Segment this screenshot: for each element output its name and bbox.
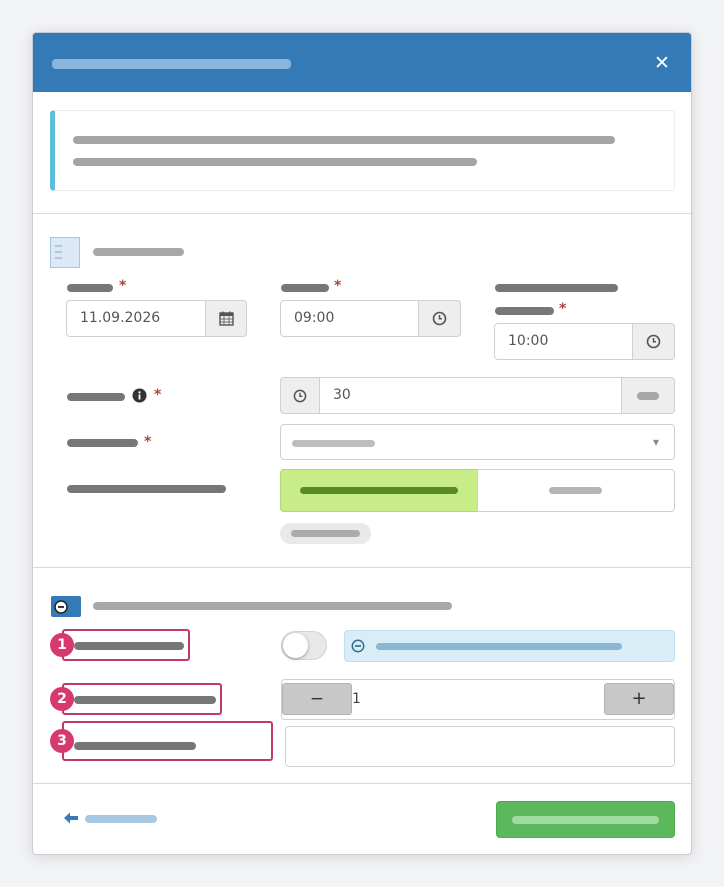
modal-header: ✕ — [33, 33, 691, 92]
back-link[interactable] — [63, 810, 159, 828]
clock-icon — [293, 389, 307, 402]
toggle-switch[interactable] — [281, 631, 327, 660]
date-input[interactable]: 11.09.2026 — [66, 300, 207, 337]
divider — [33, 213, 691, 214]
info-bar — [344, 630, 675, 662]
divider — [33, 567, 691, 568]
clock-icon — [432, 311, 447, 326]
decrement-button[interactable]: − — [282, 683, 352, 715]
quantity-value[interactable]: 1 — [352, 680, 604, 719]
duration-unit-addon — [621, 377, 675, 414]
toggle-option-active-label — [300, 487, 458, 494]
step-badge-1: 1 — [50, 633, 74, 657]
step-badge-2: 2 — [50, 687, 74, 711]
end-time-label-line-2 — [495, 307, 554, 315]
toggle-group-label — [67, 485, 226, 493]
toggle-option-active[interactable] — [280, 469, 478, 512]
section-title — [93, 248, 184, 256]
arrow-left-icon — [64, 812, 78, 824]
close-icon[interactable]: ✕ — [653, 51, 671, 75]
start-time-input[interactable]: 09:00 — [280, 300, 420, 337]
toggle-option-inactive[interactable] — [477, 469, 675, 512]
quantity-stepper: − 1 + — [281, 679, 675, 720]
minus-circle-icon — [351, 639, 365, 653]
hint-pill — [280, 523, 371, 544]
back-link-text — [85, 815, 157, 823]
type-select[interactable]: ▾ — [280, 424, 675, 460]
callout-text-line-2 — [73, 158, 477, 166]
callout-text-line-1 — [73, 136, 615, 144]
required-mark: * — [559, 301, 567, 317]
start-time-clock-button[interactable] — [418, 300, 461, 337]
chevron-down-icon: ▾ — [653, 435, 660, 449]
text-area-input[interactable] — [285, 726, 675, 767]
step-badge-3: 3 — [50, 729, 74, 753]
end-time-label-line-1 — [495, 284, 618, 292]
duration-label — [67, 393, 125, 401]
calendar-icon — [218, 311, 234, 326]
info-circle-icon[interactable] — [132, 388, 147, 403]
select-label — [67, 439, 138, 447]
section-2-title — [93, 602, 452, 610]
required-mark: * — [119, 278, 127, 294]
end-time-input[interactable]: 10:00 — [494, 323, 634, 360]
select-placeholder — [292, 440, 375, 447]
highlight-box-3 — [62, 721, 273, 761]
minus-circle-icon — [51, 596, 81, 617]
calendar-button[interactable] — [205, 300, 247, 337]
modal-dialog: ✕ * 11.09.2026 * 09:00 * 10:00 * 30 * ▾ … — [32, 32, 692, 855]
required-mark: * — [144, 434, 152, 450]
field-2-label — [74, 696, 216, 704]
info-bar-text — [376, 643, 622, 650]
increment-button[interactable]: + — [604, 683, 674, 715]
required-mark: * — [154, 387, 162, 403]
clock-icon — [646, 334, 661, 349]
submit-button[interactable] — [496, 801, 675, 838]
date-label — [67, 284, 113, 292]
modal-title — [52, 59, 291, 69]
required-mark: * — [334, 278, 342, 294]
toggle-option-inactive-label — [549, 487, 602, 494]
hint-pill-text — [291, 530, 360, 537]
end-time-clock-button[interactable] — [632, 323, 675, 360]
start-time-label — [281, 284, 329, 292]
divider — [33, 783, 691, 784]
toggle-switch-knob — [283, 633, 308, 658]
list-document-icon — [50, 237, 80, 268]
field-3-label — [74, 742, 196, 750]
submit-button-label — [512, 816, 659, 824]
duration-unit-label — [637, 391, 659, 400]
field-1-label — [74, 642, 184, 650]
info-callout — [50, 110, 675, 191]
duration-input[interactable]: 30 — [319, 377, 623, 414]
duration-clock-addon — [280, 377, 320, 414]
